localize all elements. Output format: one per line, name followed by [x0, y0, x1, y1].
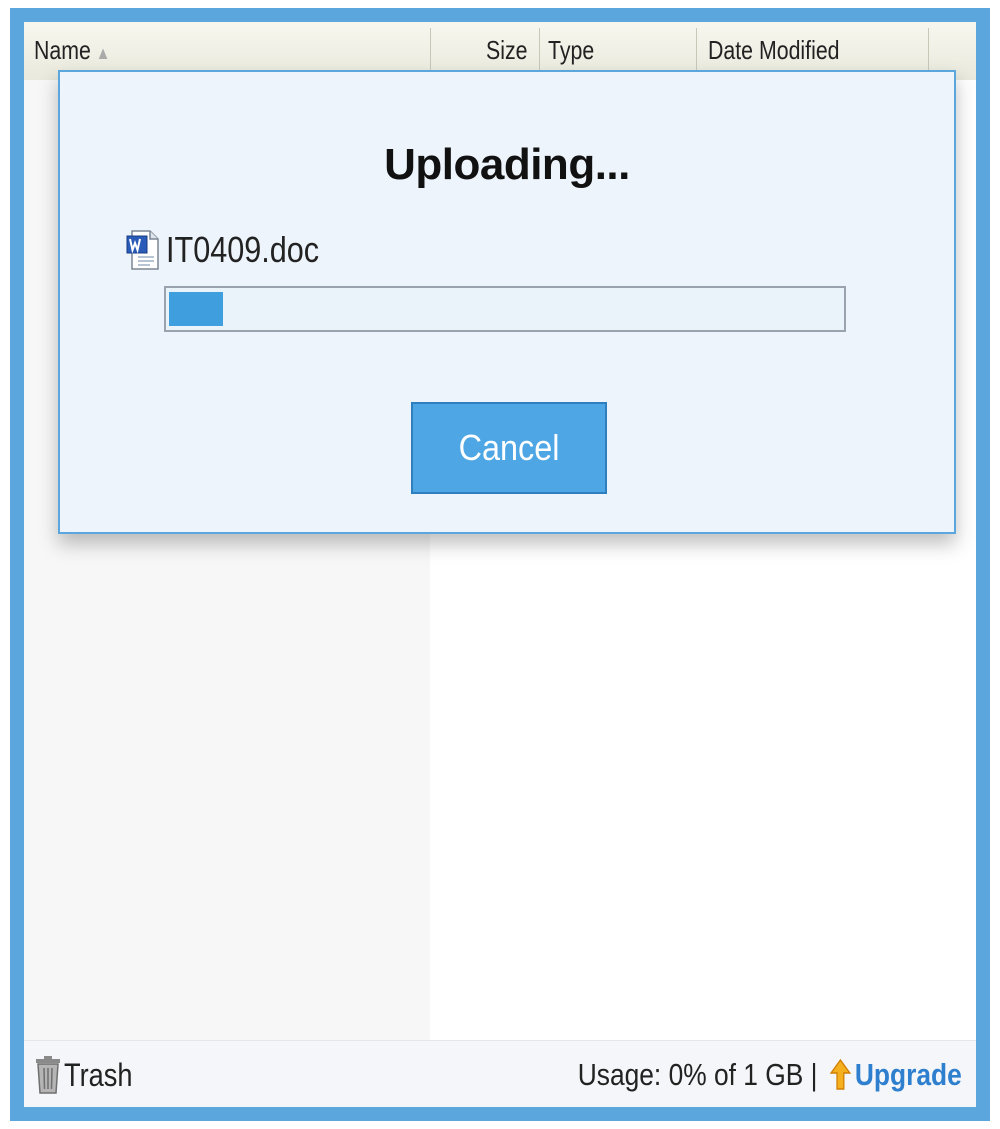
uploading-file-row: IT0409.doc — [126, 224, 346, 276]
column-divider[interactable] — [696, 28, 697, 70]
word-document-icon — [126, 230, 159, 270]
file-manager-window: Name ▲ Size Type Date Modified Trash Usa… — [10, 8, 990, 1121]
sort-ascending-icon: ▲ — [95, 43, 111, 63]
up-arrow-icon — [829, 1058, 852, 1090]
cancel-button[interactable]: Cancel — [411, 402, 607, 494]
upload-dialog: Uploading... IT0409.doc Cancel — [58, 70, 956, 534]
file-name: IT0409.doc — [166, 229, 320, 270]
usage-text: Usage: 0% of 1 GB | — [577, 1057, 818, 1092]
upload-progress-fill — [169, 292, 223, 326]
dialog-title: Uploading... — [384, 140, 630, 189]
column-divider[interactable] — [539, 28, 540, 70]
column-divider[interactable] — [430, 28, 431, 70]
column-divider[interactable] — [928, 28, 929, 70]
status-footer: Trash Usage: 0% of 1 GB | Upgrade — [24, 1040, 976, 1107]
usage-area: Usage: 0% of 1 GB | Upgrade — [510, 1055, 962, 1095]
trash-label: Trash — [64, 1056, 133, 1093]
upload-progress-bar — [164, 286, 846, 332]
trash-icon — [36, 1056, 60, 1094]
upgrade-link[interactable]: Upgrade — [855, 1057, 962, 1093]
trash-link[interactable]: Trash — [34, 1055, 145, 1095]
